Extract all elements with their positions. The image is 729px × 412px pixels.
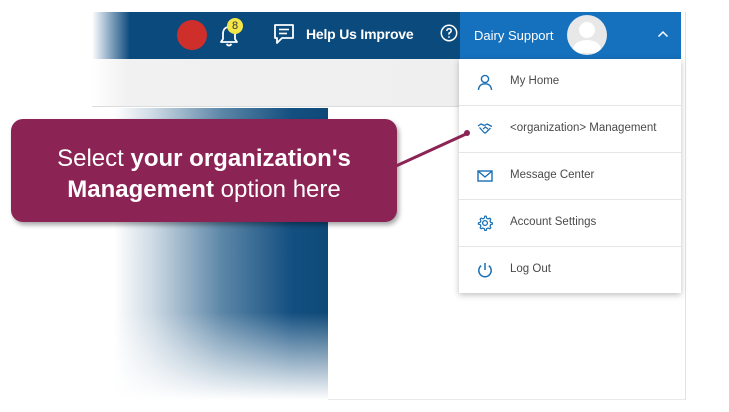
callout-text: option here [213, 176, 341, 203]
user-menu-toggle[interactable]: Dairy Support [460, 12, 681, 59]
menu-item-log-out[interactable]: Log Out [459, 247, 681, 294]
question-mark-icon[interactable] [440, 24, 458, 42]
chevron-up-icon [657, 30, 669, 38]
callout-line-1: Select your organization's [11, 143, 397, 174]
callout-text: Select [57, 145, 131, 172]
callout-emphasis: your organization's [130, 145, 351, 172]
handshake-icon [477, 123, 493, 134]
menu-item-message-center[interactable]: Message Center [459, 153, 681, 200]
status-indicator[interactable] [177, 20, 207, 50]
menu-item-label: My Home [510, 75, 560, 87]
menu-item-label: Account Settings [510, 216, 597, 228]
callout-emphasis: Management [67, 176, 214, 203]
notification-badge: 8 [227, 18, 243, 34]
user-name: Dairy Support [474, 28, 554, 43]
envelope-icon [477, 170, 493, 182]
gear-icon [477, 215, 493, 231]
menu-item-label: Log Out [510, 263, 551, 275]
menu-item-label: <organization> Management [510, 122, 657, 134]
user-silhouette-icon [572, 22, 602, 53]
help-us-improve-link[interactable]: Help Us Improve [306, 26, 414, 42]
avatar [567, 15, 607, 55]
user-icon [477, 74, 493, 91]
feedback-icon[interactable] [272, 23, 296, 45]
user-dropdown-menu: My Home <organization> Management Messag… [459, 59, 681, 293]
secondary-toolbar [92, 59, 460, 107]
menu-item-my-home[interactable]: My Home [459, 59, 681, 106]
menu-item-organization-management[interactable]: <organization> Management [459, 106, 681, 153]
menu-item-label: Message Center [510, 169, 595, 181]
power-icon [478, 263, 492, 278]
callout-line-2: Management option here [11, 174, 397, 205]
menu-item-account-settings[interactable]: Account Settings [459, 200, 681, 247]
instruction-callout: Select your organization's Management op… [11, 119, 397, 222]
